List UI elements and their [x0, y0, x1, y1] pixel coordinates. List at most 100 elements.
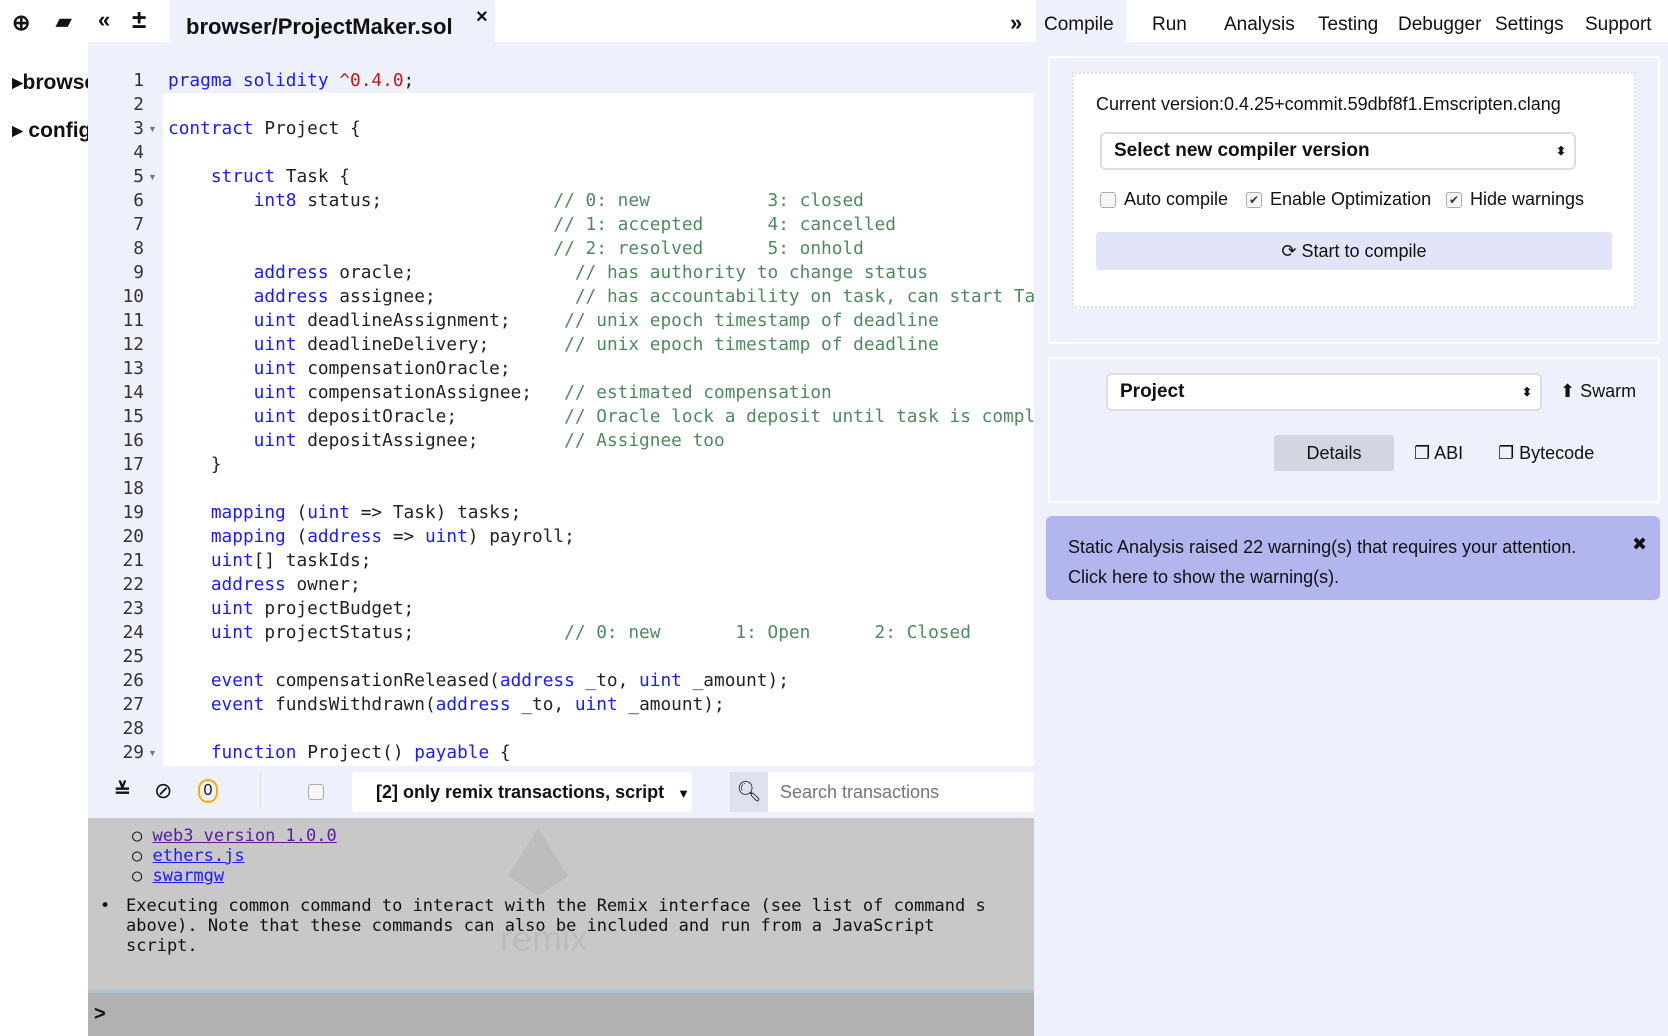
line-number: 24 — [122, 622, 144, 643]
bytecode-label: Bytecode — [1519, 443, 1595, 463]
code-token: ) payroll; — [467, 526, 575, 547]
code-token: address — [307, 526, 383, 547]
plus-minus-icon[interactable]: ± — [132, 6, 146, 32]
double-chevron-right-icon[interactable]: » — [1010, 10, 1022, 36]
tab-settings[interactable]: Settings — [1495, 14, 1564, 36]
code-token: mapping — [210, 526, 286, 547]
code-token: Project() — [296, 742, 415, 763]
line-number: 7 — [133, 214, 144, 235]
code-token: } — [168, 454, 222, 475]
code-token: => Task) tasks; — [350, 502, 522, 523]
contract-select[interactable]: Project ⬍ — [1106, 373, 1542, 411]
code-token: ( — [285, 502, 308, 523]
compiler-version-select[interactable]: Select new compiler version ⬍ — [1100, 132, 1576, 170]
start-compile-button[interactable]: ⟳ Start to compile — [1096, 232, 1612, 270]
line-number: 20 — [122, 526, 144, 547]
swarm-button[interactable]: ⬆ Swarm — [1560, 381, 1636, 402]
tab-compile[interactable]: Compile — [1044, 14, 1114, 36]
link-swarmgw[interactable]: swarmgw — [152, 866, 224, 886]
code-token: uint — [253, 430, 297, 451]
swarm-label: Swarm — [1580, 381, 1637, 401]
code-token: compensationReleased( — [264, 670, 500, 691]
fold-arrow-icon[interactable]: ▼ — [148, 741, 157, 765]
auto-compile-label: Auto compile — [1124, 189, 1229, 209]
fold-arrow-icon[interactable]: ▼ — [148, 117, 157, 141]
auto-compile-checkbox[interactable] — [1100, 192, 1116, 208]
code-editor[interactable]: 1 pragma solidity ^0.4.0; 2 3 ▼ contract Proj… — [88, 42, 1034, 766]
code-token: Project { — [264, 118, 361, 139]
bytecode-copy-button[interactable]: ❐ Bytecode — [1498, 443, 1594, 464]
double-chevron-left-icon[interactable]: « — [98, 9, 110, 31]
code-line: pragma solidity ^0.4.0; — [168, 69, 1034, 93]
transaction-filter-dropdown[interactable]: [2] only remix transactions, script ▼ — [352, 772, 692, 812]
contract-box: Project ⬍ ⬆ Swarm Details ❐ ABI ❐ Bytecod… — [1048, 357, 1660, 503]
compile-label: Start to compile — [1301, 241, 1427, 261]
code-token: projectStatus; — [253, 622, 565, 643]
search-icon[interactable]: 🔍︎ — [730, 772, 768, 812]
folder-label: config — [28, 119, 88, 142]
code-token: uint — [574, 694, 618, 715]
code-token: // has accountability on task, can start… — [574, 286, 1034, 307]
file-tab[interactable]: browser/ProjectMaker.sol × — [170, 0, 495, 42]
tab-debugger[interactable]: Debugger — [1398, 14, 1481, 36]
hide-warnings-checkbox[interactable]: ✔ — [1446, 192, 1462, 208]
select-label: Project — [1120, 381, 1185, 402]
code-line: mapping (uint => Task) tasks; — [168, 501, 1034, 525]
abi-copy-button[interactable]: ❐ ABI — [1414, 443, 1463, 464]
static-analysis-warning[interactable]: Static Analysis raised 22 warning(s) tha… — [1046, 516, 1660, 600]
code-line: function Project() payable { — [168, 741, 1034, 765]
search-transactions-input[interactable] — [768, 772, 1034, 812]
code-token: uint — [253, 334, 297, 355]
code-token: // 0: new 1: Open 2: Closed — [564, 622, 971, 643]
code-token: uint — [253, 382, 297, 403]
tab-run[interactable]: Run — [1152, 14, 1187, 36]
folder-config[interactable]: ▸ config — [12, 118, 88, 143]
code-token: uint — [210, 622, 254, 643]
tab-support[interactable]: Support — [1585, 14, 1652, 36]
code-line: struct Task { — [168, 165, 1034, 189]
folder-browser[interactable]: ▸browser — [12, 70, 88, 95]
code-token: event — [210, 670, 265, 691]
code-token: // unix epoch timestamp of deadline — [564, 310, 939, 331]
code-line: uint compensationOracle; — [168, 357, 1034, 381]
link-web3[interactable]: web3 version 1.0.0 — [152, 826, 336, 846]
line-number: 16 — [122, 430, 144, 451]
code-token: _to, — [510, 694, 575, 715]
new-file-icon[interactable]: ⊕ — [12, 12, 30, 34]
enable-optimization-checkbox[interactable]: ✔ — [1246, 192, 1262, 208]
listen-checkbox[interactable] — [308, 784, 324, 800]
line-number: 25 — [122, 646, 144, 667]
clear-console-icon[interactable]: ⊘ — [154, 778, 172, 804]
line-number: 8 — [133, 238, 144, 259]
prompt-icon: > — [94, 1003, 106, 1025]
line-number: 11 — [122, 310, 144, 331]
terminal-toolbar: ≚ ⊘ 0 [2] only remix transactions, scrip… — [88, 766, 1034, 818]
collapse-terminal-icon[interactable]: ≚ — [114, 778, 131, 803]
link-ethers[interactable]: ethers.js — [152, 846, 244, 866]
details-button[interactable]: Details — [1274, 435, 1394, 471]
folder-open-icon[interactable]: ▰ — [56, 12, 71, 32]
close-icon[interactable]: ✖ — [1632, 534, 1647, 555]
tab-analysis[interactable]: Analysis — [1224, 14, 1295, 36]
console-input[interactable]: > — [88, 990, 1034, 1036]
folder-label: browser — [22, 71, 88, 94]
code-line: event compensationReleased(address _to, … — [168, 669, 1034, 693]
code-line: event fundsWithdrawn(address _to, uint _… — [168, 693, 1034, 717]
code-token: oracle; — [328, 262, 575, 283]
code-token: // estimated compensation — [564, 382, 832, 403]
code-token: projectBudget; — [253, 598, 415, 619]
fold-arrow-icon[interactable]: ▼ — [148, 165, 157, 189]
code-line: uint compensationAssignee; // estimated … — [168, 381, 1034, 405]
bullet: • — [100, 896, 111, 916]
upload-icon: ⬆ — [1560, 381, 1576, 401]
code-token: payable — [414, 742, 490, 763]
tab-testing[interactable]: Testing — [1318, 14, 1378, 36]
close-tab-icon[interactable]: × — [476, 6, 488, 29]
